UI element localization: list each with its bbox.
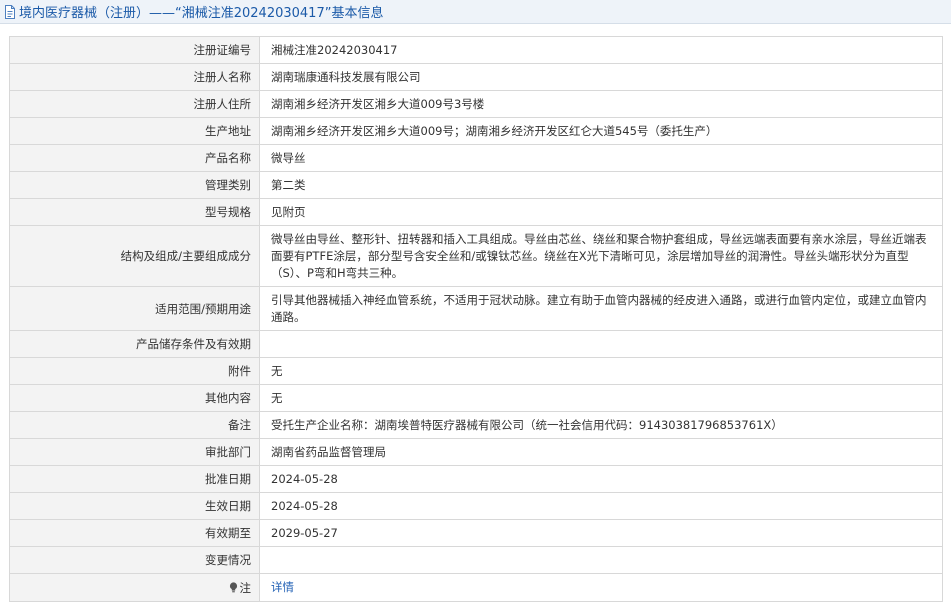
row-label: 注册证编号 bbox=[9, 36, 260, 64]
row-label: 结构及组成/主要组成成分 bbox=[9, 225, 260, 287]
table-row: 注册人住所 湖南湘乡经济开发区湘乡大道009号3号楼 bbox=[9, 90, 943, 118]
row-label: 生产地址 bbox=[9, 117, 260, 145]
page-title-bar: 境内医疗器械（注册）——“湘械注准20242030417”基本信息 bbox=[0, 0, 951, 24]
table-row: 生产地址 湖南湘乡经济开发区湘乡大道009号；湖南湘乡经济开发区红仑大道545号… bbox=[9, 117, 943, 145]
table-row: 注册证编号 湘械注准20242030417 bbox=[9, 36, 943, 64]
row-label: 适用范围/预期用途 bbox=[9, 286, 260, 331]
note-value-cell: 详情 bbox=[259, 573, 943, 602]
lightbulb-icon bbox=[229, 581, 237, 592]
table-row: 其他内容 无 bbox=[9, 384, 943, 412]
row-value: 无 bbox=[259, 384, 943, 412]
table-row: 结构及组成/主要组成成分 微导丝由导丝、整形针、扭转器和插入工具组成。导丝由芯丝… bbox=[9, 225, 943, 287]
table-row: 产品储存条件及有效期 bbox=[9, 330, 943, 358]
row-label: 批准日期 bbox=[9, 465, 260, 493]
row-value: 湘械注准20242030417 bbox=[259, 36, 943, 64]
table-row: 有效期至 2029-05-27 bbox=[9, 519, 943, 547]
note-row: 注 详情 bbox=[9, 573, 943, 602]
row-value: 微导丝 bbox=[259, 144, 943, 172]
table-row: 批准日期 2024-05-28 bbox=[9, 465, 943, 493]
note-label: 注 bbox=[239, 580, 252, 595]
row-value: 引导其他器械插入神经血管系统，不适用于冠状动脉。建立有助于血管内器械的经皮进入通… bbox=[259, 286, 943, 331]
row-value: 2029-05-27 bbox=[259, 519, 943, 547]
row-value: 微导丝由导丝、整形针、扭转器和插入工具组成。导丝由芯丝、绕丝和聚合物护套组成，导… bbox=[259, 225, 943, 287]
row-value: 第二类 bbox=[259, 171, 943, 199]
table-row: 变更情况 bbox=[9, 546, 943, 574]
table-row: 适用范围/预期用途 引导其他器械插入神经血管系统，不适用于冠状动脉。建立有助于血… bbox=[9, 286, 943, 331]
row-label: 注册人住所 bbox=[9, 90, 260, 118]
table-row: 生效日期 2024-05-28 bbox=[9, 492, 943, 520]
row-value: 受托生产企业名称：湖南埃普特医疗器械有限公司（统一社会信用代码：91430381… bbox=[259, 411, 943, 439]
table-row: 附件 无 bbox=[9, 357, 943, 385]
row-label: 附件 bbox=[9, 357, 260, 385]
row-value: 湖南湘乡经济开发区湘乡大道009号；湖南湘乡经济开发区红仑大道545号（委托生产… bbox=[259, 117, 943, 145]
row-label: 备注 bbox=[9, 411, 260, 439]
table-row: 注册人名称 湖南瑞康通科技发展有限公司 bbox=[9, 63, 943, 91]
table-row: 型号规格 见附页 bbox=[9, 198, 943, 226]
page-title: 境内医疗器械（注册）——“湘械注准20242030417”基本信息 bbox=[19, 6, 384, 21]
row-label: 变更情况 bbox=[9, 546, 260, 574]
row-value bbox=[259, 546, 943, 574]
row-label: 有效期至 bbox=[9, 519, 260, 547]
table-row: 审批部门 湖南省药品监督管理局 bbox=[9, 438, 943, 466]
row-label: 产品名称 bbox=[9, 144, 260, 172]
table-row: 产品名称 微导丝 bbox=[9, 144, 943, 172]
row-label: 审批部门 bbox=[9, 438, 260, 466]
table-row: 备注 受托生产企业名称：湖南埃普特医疗器械有限公司（统一社会信用代码：91430… bbox=[9, 411, 943, 439]
row-label: 注册人名称 bbox=[9, 63, 260, 91]
table-row: 管理类别 第二类 bbox=[9, 171, 943, 199]
row-value: 湖南省药品监督管理局 bbox=[259, 438, 943, 466]
row-value: 湖南湘乡经济开发区湘乡大道009号3号楼 bbox=[259, 90, 943, 118]
row-value: 见附页 bbox=[259, 198, 943, 226]
row-label: 其他内容 bbox=[9, 384, 260, 412]
row-value: 2024-05-28 bbox=[259, 492, 943, 520]
row-value: 无 bbox=[259, 357, 943, 385]
row-label: 型号规格 bbox=[9, 198, 260, 226]
note-label-cell: 注 bbox=[9, 573, 260, 602]
row-value bbox=[259, 330, 943, 358]
document-icon bbox=[5, 4, 15, 19]
row-value: 湖南瑞康通科技发展有限公司 bbox=[259, 63, 943, 91]
row-label: 产品储存条件及有效期 bbox=[9, 330, 260, 358]
row-label: 生效日期 bbox=[9, 492, 260, 520]
device-info-table: 注册证编号 湘械注准20242030417 注册人名称 湖南瑞康通科技发展有限公… bbox=[9, 36, 943, 602]
details-link[interactable]: 详情 bbox=[271, 580, 294, 594]
row-value: 2024-05-28 bbox=[259, 465, 943, 493]
row-label: 管理类别 bbox=[9, 171, 260, 199]
